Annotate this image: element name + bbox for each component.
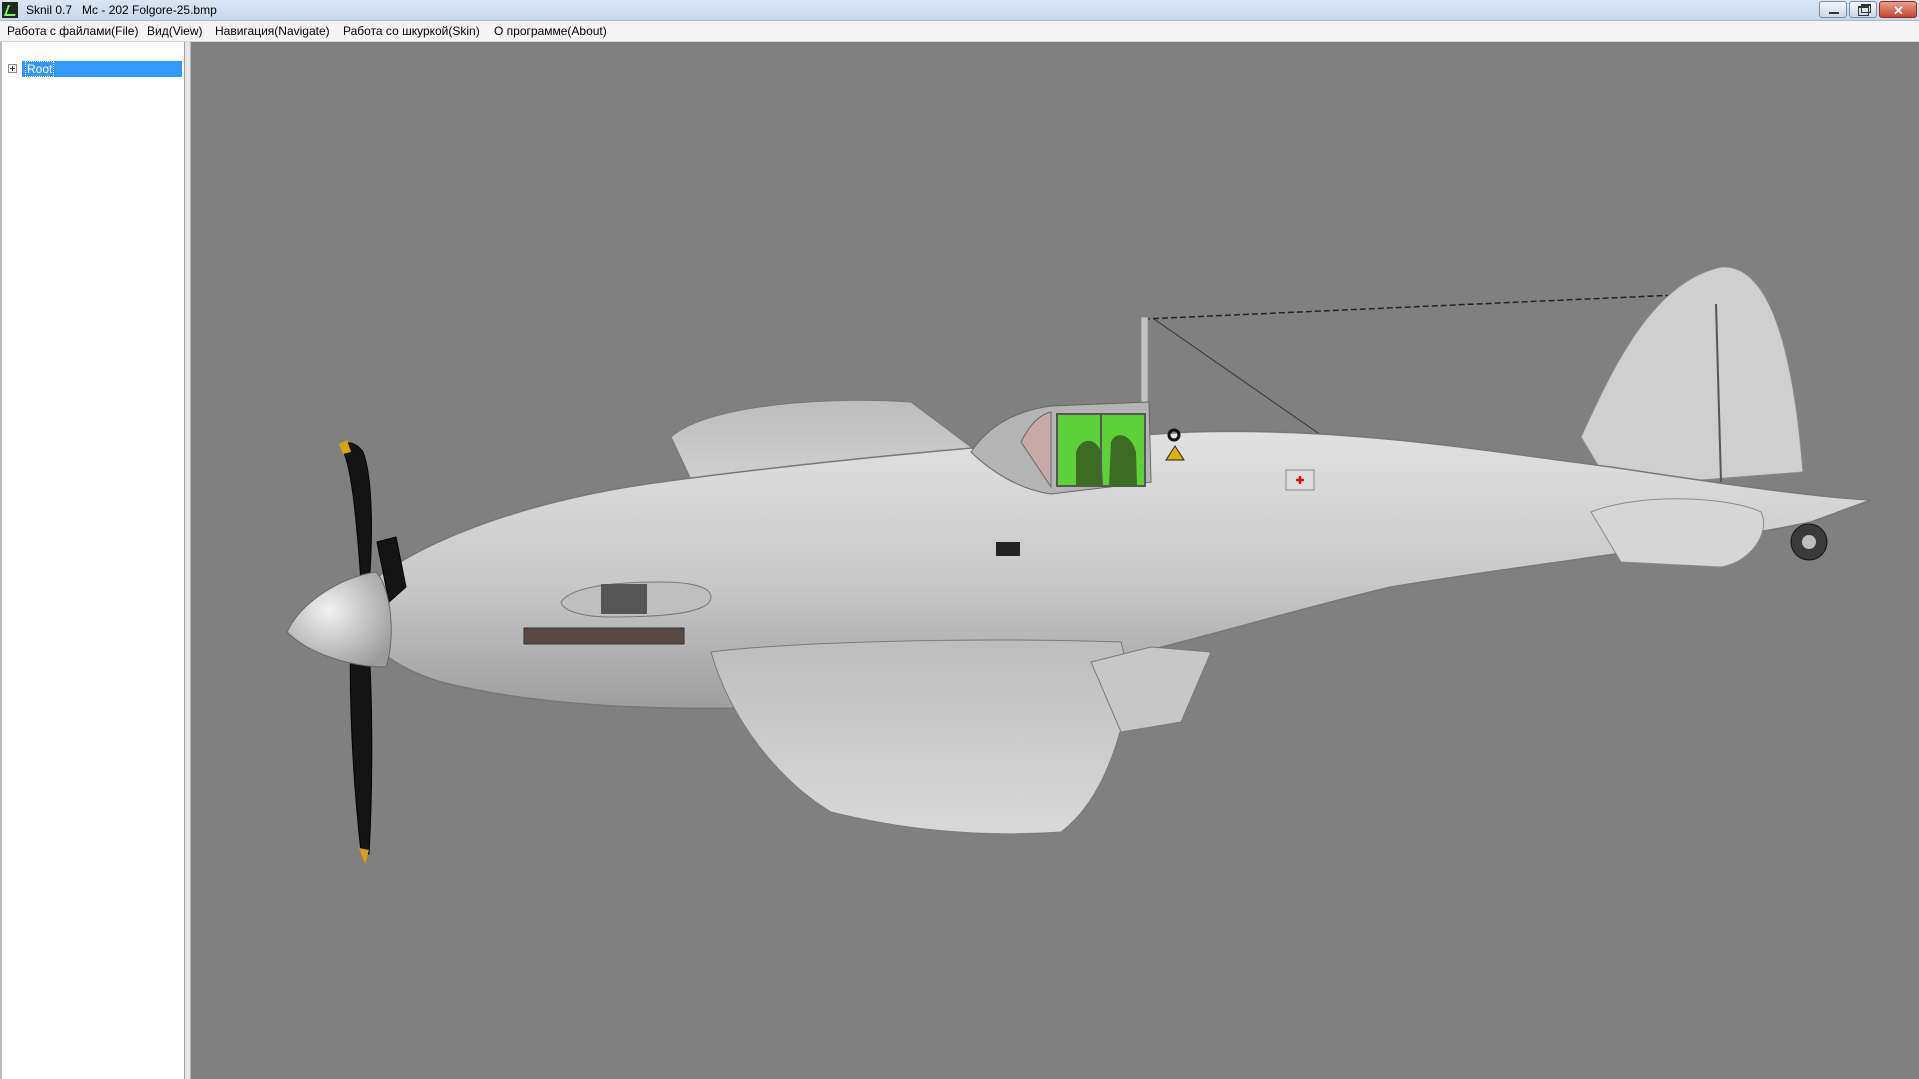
spinner xyxy=(286,571,392,668)
restore-button[interactable] xyxy=(1849,1,1877,18)
horizontal-stabilizer xyxy=(1590,498,1765,568)
app-icon xyxy=(2,2,18,18)
menu-bar: Работа с файлами(File) Вид(View) Навигац… xyxy=(0,21,1919,42)
propeller-blade-upper xyxy=(340,442,372,588)
tree-panel: Root xyxy=(0,42,185,1079)
aircraft-model xyxy=(286,266,1872,864)
tree-panel-border xyxy=(0,42,2,1079)
tail-wheel-hub xyxy=(1802,535,1816,549)
minimize-button[interactable] xyxy=(1819,1,1847,18)
exhaust-stacks xyxy=(523,627,685,645)
minimize-icon xyxy=(1829,12,1839,14)
menu-view[interactable]: Вид(View) xyxy=(147,24,203,38)
antenna-wire-lower xyxy=(1153,318,1332,443)
plus-expander-icon[interactable] xyxy=(8,64,17,73)
tail-fin xyxy=(1580,266,1804,488)
prop-tip-upper xyxy=(339,440,351,454)
menu-about[interactable]: О программе(About) xyxy=(494,24,607,38)
window-title: Sknil 0.7 Mc - 202 Folgore-25.bmp xyxy=(26,3,217,17)
title-bar: Sknil 0.7 Mc - 202 Folgore-25.bmp ✕ xyxy=(0,0,1919,21)
intake-grille xyxy=(601,584,647,614)
close-button[interactable]: ✕ xyxy=(1879,1,1917,18)
tree-root-text: Root xyxy=(25,61,55,77)
prop-tip-lower xyxy=(359,848,369,864)
near-wing xyxy=(710,639,1132,835)
restore-icon xyxy=(1858,4,1871,16)
menu-file[interactable]: Работа с файлами(File) xyxy=(7,24,138,38)
fuselage-placard xyxy=(996,542,1020,556)
menu-skin[interactable]: Работа со шкуркой(Skin) xyxy=(343,24,480,38)
antenna-mast xyxy=(1140,316,1149,408)
3d-viewport[interactable] xyxy=(191,42,1919,1079)
antenna-wire xyxy=(1143,294,1677,320)
close-icon: ✕ xyxy=(1893,3,1904,18)
menu-navigate[interactable]: Навигация(Navigate) xyxy=(215,24,330,38)
pilot-silhouette xyxy=(1076,440,1103,486)
tree-item-label[interactable]: Root xyxy=(22,61,182,77)
tree-item-root[interactable]: Root xyxy=(3,61,182,77)
